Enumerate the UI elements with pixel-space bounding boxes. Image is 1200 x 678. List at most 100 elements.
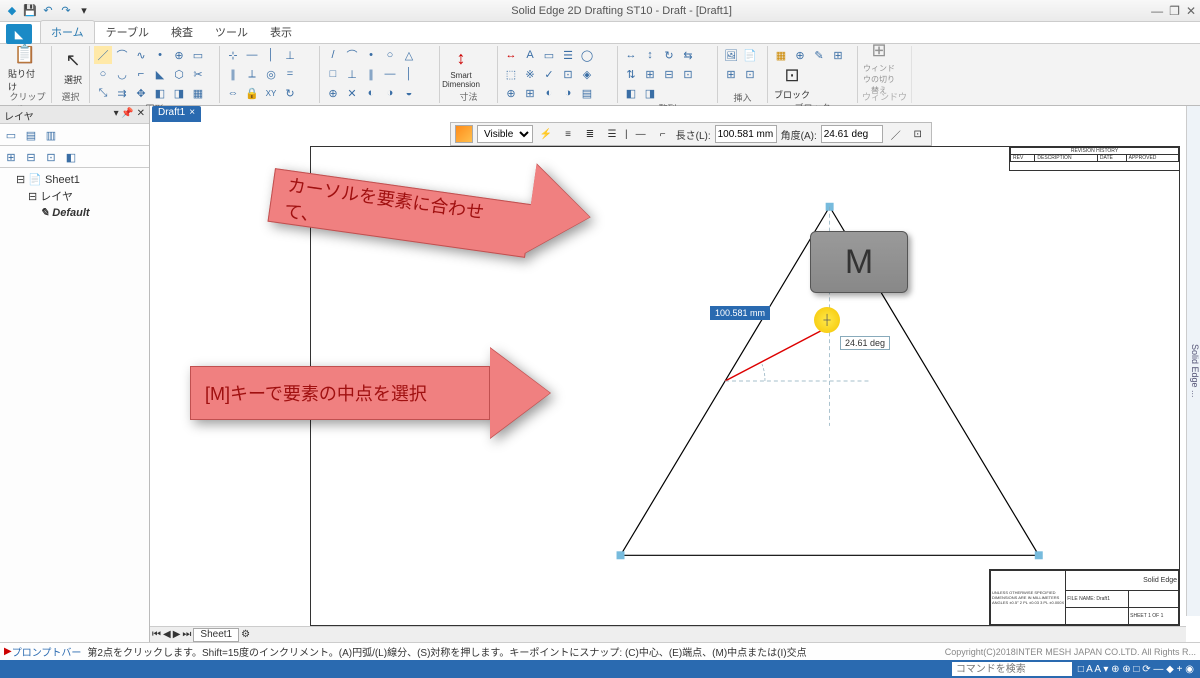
panel-pin-icon[interactable]: ▾ 📌 ✕ [114, 108, 145, 121]
in2[interactable]: 📄 [741, 46, 759, 64]
paste-button[interactable]: 📋貼り付け [8, 46, 42, 90]
is3[interactable]: • [362, 46, 380, 64]
is9[interactable]: — [381, 65, 399, 83]
an6[interactable]: ⬚ [502, 65, 520, 83]
bl2[interactable]: ⊕ [791, 46, 809, 64]
shnav-first[interactable]: ⏮ [152, 629, 161, 640]
command-search[interactable] [952, 662, 1072, 676]
is14[interactable]: ◑ [381, 84, 399, 102]
shnav-last[interactable]: ⏭ [182, 629, 191, 640]
rect-tool[interactable]: ▭ [189, 46, 207, 64]
vert-tool[interactable]: │ [262, 46, 280, 64]
angle-input[interactable] [821, 125, 883, 143]
is15[interactable]: ◒ [400, 84, 418, 102]
bl4[interactable]: ⊞ [829, 46, 847, 64]
is5[interactable]: △ [400, 46, 418, 64]
in1[interactable]: 🖼 [722, 46, 740, 64]
tab-table[interactable]: テーブル [95, 20, 160, 43]
qat-more-icon[interactable]: ▾ [76, 3, 92, 19]
is12[interactable]: ✕ [343, 84, 361, 102]
status-icons[interactable]: □ A A ▾ ⊕ ⊕ □ ⟳ — ◆ + ◉ [1078, 664, 1194, 675]
is7[interactable]: ⊥ [343, 65, 361, 83]
an15[interactable]: ▤ [578, 84, 596, 102]
sym-tool[interactable]: ⇔ [224, 84, 242, 102]
linestyle-select[interactable]: Visible [477, 125, 533, 143]
save-icon[interactable]: 💾 [22, 3, 38, 19]
an5[interactable]: ◯ [578, 46, 596, 64]
is10[interactable]: │ [400, 65, 418, 83]
arc-tool[interactable]: ⌒ [113, 46, 131, 64]
ctrline-tool[interactable]: ⊕ [170, 46, 188, 64]
lt1[interactable]: ▭ [2, 126, 20, 144]
lock-tool[interactable]: 🔒 [243, 84, 261, 102]
in3[interactable]: ⊞ [722, 65, 740, 83]
cb-ico6[interactable]: ⌐ [654, 125, 672, 143]
lt5[interactable]: ⊟ [22, 148, 40, 166]
cb-ico7[interactable]: ／ [887, 125, 905, 143]
shnav-next[interactable]: ▶ [173, 629, 181, 640]
ar8[interactable]: ⊡ [679, 65, 697, 83]
length-input[interactable] [715, 125, 777, 143]
tree-default[interactable]: ✎ Default [4, 205, 145, 220]
layer-tree[interactable]: ⊟ 📄 Sheet1 ⊟ レイヤ ✎ Default [0, 168, 149, 224]
cb-ico1[interactable]: ⚡ [537, 125, 555, 143]
extend-tool[interactable]: ⤡ [94, 84, 112, 102]
cb-ico5[interactable]: — [632, 125, 650, 143]
sheet-tab-sheet1[interactable]: Sheet1 [193, 628, 239, 642]
move-tool[interactable]: ✥ [132, 84, 150, 102]
select-button[interactable]: ↖選択 [56, 46, 90, 90]
an4[interactable]: ☰ [559, 46, 577, 64]
is11[interactable]: ⊕ [324, 84, 342, 102]
ar9[interactable]: ◧ [622, 84, 640, 102]
eq-tool[interactable]: = [281, 65, 299, 83]
tab-inspect[interactable]: 検査 [160, 20, 204, 43]
is8[interactable]: ∥ [362, 65, 380, 83]
an13[interactable]: ◐ [540, 84, 558, 102]
tan-tool[interactable]: ⊥ [281, 46, 299, 64]
poly-tool[interactable]: ⬡ [170, 65, 188, 83]
par-tool[interactable]: ∥ [224, 65, 242, 83]
right-sidebar[interactable]: Solid Edge ... [1186, 106, 1200, 616]
smart-dimension-button[interactable]: ↕Smart Dimension [444, 46, 478, 90]
an12[interactable]: ⊞ [521, 84, 539, 102]
an14[interactable]: ◑ [559, 84, 577, 102]
misc1-tool[interactable]: ◧ [151, 84, 169, 102]
an9[interactable]: ⊡ [559, 65, 577, 83]
lt2[interactable]: ▤ [22, 126, 40, 144]
application-button[interactable]: ◣ [6, 24, 32, 44]
tree-sheet1[interactable]: ⊟ 📄 Sheet1 [4, 172, 145, 187]
an2[interactable]: A [521, 46, 539, 64]
xy-tool[interactable]: XY [262, 84, 280, 102]
in4[interactable]: ⊡ [741, 65, 759, 83]
conc-tool[interactable]: ◎ [262, 65, 280, 83]
an8[interactable]: ✓ [540, 65, 558, 83]
misc3-tool[interactable]: ▦ [189, 84, 207, 102]
an3[interactable]: ▭ [540, 46, 558, 64]
tab-tools[interactable]: ツール [204, 20, 259, 43]
is13[interactable]: ◐ [362, 84, 380, 102]
perp-tool[interactable]: ⟂ [243, 65, 261, 83]
is2[interactable]: ⌒ [343, 46, 361, 64]
close-tab-icon[interactable]: × [189, 107, 195, 118]
lt4[interactable]: ⊞ [2, 148, 20, 166]
an10[interactable]: ◈ [578, 65, 596, 83]
cb-ico8[interactable]: ⊡ [909, 125, 927, 143]
cb-ico4[interactable]: ☰ [603, 125, 621, 143]
an1[interactable]: ↔ [502, 46, 520, 64]
an11[interactable]: ⊕ [502, 84, 520, 102]
arc2-tool[interactable]: ◡ [113, 65, 131, 83]
trim-tool[interactable]: ✂ [189, 65, 207, 83]
tab-home[interactable]: ホーム [40, 20, 95, 43]
ar4[interactable]: ⇆ [679, 46, 697, 64]
chamfer-tool[interactable]: ◣ [151, 65, 169, 83]
block-button[interactable]: ⊡ブロック [772, 65, 812, 101]
cb-ico3[interactable]: ≣ [581, 125, 599, 143]
cb-ico2[interactable]: ≡ [559, 125, 577, 143]
ar10[interactable]: ◨ [641, 84, 659, 102]
curve-tool[interactable]: ∿ [132, 46, 150, 64]
tab-view[interactable]: 表示 [259, 20, 303, 43]
horiz-tool[interactable]: — [243, 46, 261, 64]
undo-icon[interactable]: ↶ [40, 3, 56, 19]
ar7[interactable]: ⊟ [660, 65, 678, 83]
lt7[interactable]: ◧ [62, 148, 80, 166]
